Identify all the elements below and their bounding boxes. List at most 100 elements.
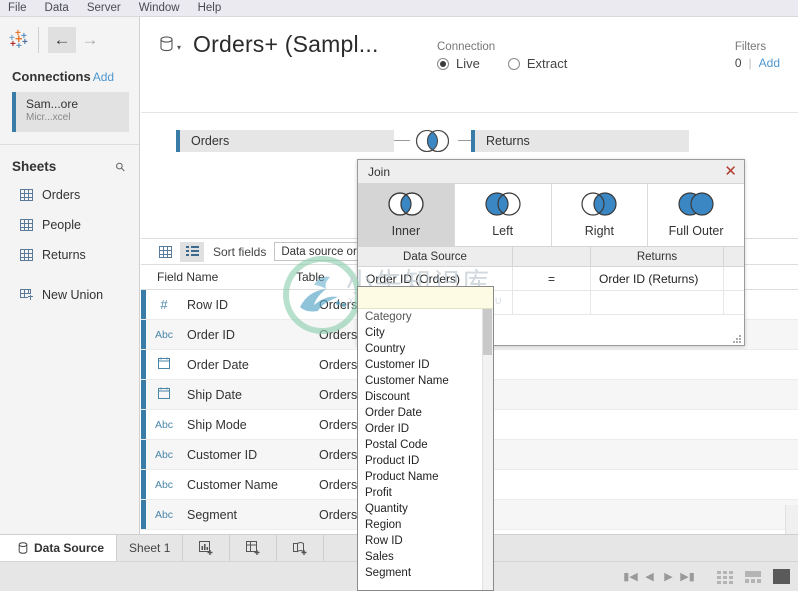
field-dropdown-scroll-thumb[interactable] (483, 309, 492, 355)
sheet-item-people[interactable]: People (0, 210, 139, 240)
join-condition-spacer (724, 291, 744, 314)
field-dropdown-selected-row[interactable] (358, 287, 493, 309)
field-dropdown-list[interactable]: Category City Country Customer ID Customer N… (357, 286, 494, 591)
close-icon[interactable]: ✕ (724, 164, 737, 179)
join-type-inner-label: Inner (391, 224, 421, 238)
field-dropdown-item[interactable]: Order Date (358, 405, 493, 421)
field-dropdown-item[interactable]: Order ID (358, 421, 493, 437)
field-table-cell: Orders (319, 297, 358, 312)
field-dropdown-item[interactable]: Customer Name (358, 373, 493, 389)
nav-first-icon[interactable]: ▮◀ (621, 570, 640, 583)
field-table-cell: Orders (319, 357, 358, 372)
field-name-cell: Ship Date (187, 387, 242, 402)
connection-item-name: Sam...ore (26, 97, 79, 111)
field-dropdown-item[interactable]: Product Name (358, 469, 493, 485)
new-story-button[interactable] (277, 535, 325, 561)
field-dropdown-item[interactable]: Sales (358, 549, 493, 565)
page-title: Orders+ (Sampl... (193, 31, 379, 57)
nav-next-icon[interactable]: ▶ (659, 570, 678, 583)
new-dashboard-button[interactable] (230, 535, 278, 561)
field-dropdown-item[interactable]: Profit (358, 485, 493, 501)
join-condition-operator[interactable]: = (513, 267, 591, 290)
menu-item-file[interactable]: File (0, 0, 36, 17)
field-dropdown-item[interactable]: Region (358, 517, 493, 533)
new-union-item[interactable]: New Union (0, 280, 139, 310)
radio-extract-indicator (507, 57, 520, 70)
text-type-icon: Abc (154, 448, 174, 461)
menu-item-help[interactable]: Help (189, 0, 231, 17)
field-dropdown-item[interactable]: Country (358, 341, 493, 357)
magnifier-icon[interactable]: ⚲ (113, 158, 129, 174)
field-table-cell: Orders (319, 477, 358, 492)
add-filter-link[interactable]: Add (759, 56, 780, 70)
tab-sheet-1[interactable]: Sheet 1 (117, 535, 184, 561)
join-condition-right-field-empty[interactable] (591, 291, 724, 314)
field-dropdown-item[interactable]: Discount (358, 389, 493, 405)
radio-live-indicator (437, 57, 449, 70)
radio-extract-label: Extract (526, 56, 568, 71)
grid-view-button[interactable] (153, 242, 177, 262)
view-tabs-icon[interactable] (717, 569, 739, 585)
inner-join-venn-icon[interactable] (408, 129, 458, 153)
join-condition-right-field[interactable]: Order ID (Returns) (591, 267, 724, 290)
field-table-cell: Orders (319, 327, 358, 342)
sheets-header: Sheets ⚲ (0, 145, 139, 180)
field-name-cell: Customer ID (187, 447, 258, 462)
sheet-item-returns[interactable]: Returns (0, 240, 139, 270)
field-name-cell: Customer Name (187, 477, 278, 492)
join-type-left-label: Left (492, 224, 514, 238)
filters-count: 0 (734, 56, 742, 70)
menu-item-data[interactable]: Data (36, 0, 78, 17)
field-dropdown-item[interactable]: Product ID (358, 453, 493, 469)
canvas-table-orders[interactable]: Orders (176, 130, 394, 152)
join-type-full-outer[interactable]: Full Outer (648, 184, 744, 246)
field-name-cell: Segment (187, 507, 238, 522)
view-filmstrip-icon[interactable] (745, 569, 767, 585)
field-dropdown-item[interactable]: Category (358, 309, 493, 325)
canvas-table-returns[interactable]: Returns (471, 130, 689, 152)
field-name-cell: Order Date (187, 357, 249, 372)
join-condition-spacer (724, 267, 744, 290)
field-name-cell: Row ID (187, 297, 228, 312)
join-type-right[interactable]: Right (551, 184, 649, 246)
field-dropdown-item[interactable]: Quantity (358, 501, 493, 517)
back-button[interactable]: ← (48, 27, 76, 53)
field-dropdown-item[interactable]: Row ID (358, 533, 493, 549)
tab-data-source[interactable]: Data Source (0, 535, 118, 561)
column-header-field-name[interactable]: Field Name (141, 270, 296, 284)
join-condition-columns: Data Source Returns (358, 246, 744, 267)
data-source-header: ▾ Orders+ (Sampl... Connection Live Extr… (141, 17, 798, 113)
list-view-button[interactable] (180, 241, 204, 262)
join-condition-operator-empty[interactable] (513, 291, 591, 314)
join-type-inner[interactable]: Inner (358, 184, 455, 246)
field-dropdown-item[interactable]: Segment (358, 565, 493, 581)
field-table-cell: Orders (319, 447, 358, 462)
new-worksheet-icon (195, 541, 217, 555)
text-type-icon: Abc (154, 478, 174, 491)
resize-grip-icon[interactable] (731, 333, 741, 343)
join-type-left[interactable]: Left (454, 184, 552, 246)
new-worksheet-button[interactable] (183, 535, 231, 561)
text-type-icon: Abc (154, 508, 174, 521)
nav-last-icon[interactable]: ▶▮ (678, 570, 697, 583)
chevron-down-icon[interactable]: ▾ (177, 43, 181, 52)
sheet-item-orders[interactable]: Orders (0, 180, 139, 210)
menu-item-server[interactable]: Server (78, 0, 130, 17)
field-dropdown-item[interactable]: City (358, 325, 493, 341)
database-icon (12, 541, 34, 555)
nav-prev-icon[interactable]: ◀ (640, 570, 659, 583)
field-dropdown-item[interactable]: Customer ID (358, 357, 493, 373)
radio-live[interactable]: Live (437, 56, 480, 71)
new-union-label: New Union (42, 288, 104, 302)
connection-item-sample-superstore[interactable]: Sam...ore Micr...xcel (12, 92, 129, 132)
add-connection-link[interactable]: Add (93, 70, 114, 84)
sheet-item-label: Orders (42, 188, 81, 202)
menu-item-window[interactable]: Window (130, 0, 189, 17)
venn-inner-icon (382, 192, 430, 221)
view-sheet-icon[interactable] (773, 569, 790, 584)
forward-button[interactable]: → (76, 27, 104, 53)
radio-extract[interactable]: Extract (507, 56, 568, 71)
field-name-cell: Ship Mode (187, 417, 247, 432)
field-dropdown-item[interactable]: Postal Code (358, 437, 493, 453)
sheet-navigation-group: ▮◀ ◀ ▶ ▶▮ (621, 570, 697, 583)
